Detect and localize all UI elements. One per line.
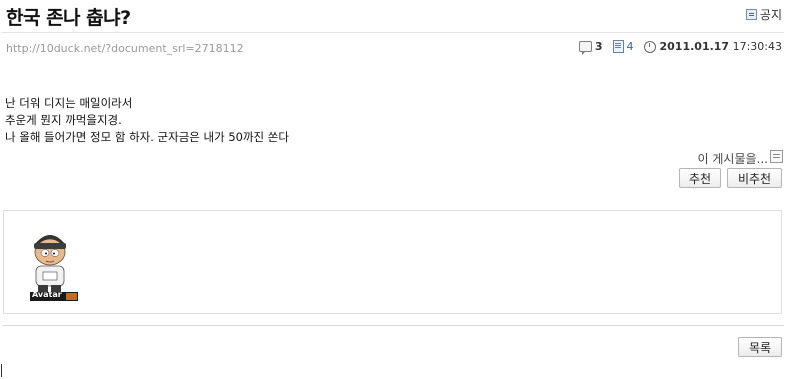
post-date: 2011.01.17 [659, 40, 730, 53]
signature-box [3, 210, 782, 314]
post-meta: 3 4 2011.01.17 17:30:43 [569, 40, 782, 55]
avatar-caption: Avatar [32, 290, 62, 299]
body-line: 추운게 뭔지 까먹을지경. [5, 113, 122, 127]
trackback-count-item[interactable]: 4 [612, 40, 634, 53]
post-title: 한국 존나 춥냐? [6, 7, 131, 29]
not-recommend-button[interactable]: 비추천 [727, 168, 782, 188]
recommend-button[interactable]: 추천 [679, 168, 721, 188]
post-datetime: 2011.01.17 17:30:43 [643, 40, 782, 53]
post-body: 난 더워 디지는 매일이라서 추운게 뭔지 까먹을지경. 나 올해 들어가면 정… [5, 95, 289, 146]
body-line: 난 더워 디지는 매일이라서 [5, 96, 133, 110]
post-time: 17:30:43 [732, 40, 782, 53]
comment-icon [578, 41, 592, 55]
footer-divider [2, 325, 784, 326]
trackback-menu-label[interactable]: 이 게시물을... [698, 150, 768, 167]
notice-icon [745, 9, 757, 20]
text-cursor [1, 364, 2, 377]
trackback-count: 4 [626, 40, 634, 53]
comment-count: 3 [594, 40, 603, 53]
notice-link[interactable]: 공지 [745, 6, 782, 23]
list-button[interactable]: 목록 [738, 337, 782, 357]
body-line: 나 올해 들어가면 정모 함 하자. 군자금은 내가 50까진 쏜다 [5, 130, 289, 144]
title-divider [2, 32, 784, 33]
post-url[interactable]: http://10duck.net/?document_srl=2718112 [6, 42, 244, 55]
clock-icon [643, 40, 656, 53]
document-icon [612, 40, 624, 53]
comment-count-item[interactable]: 3 [578, 40, 603, 55]
notice-label: 공지 [759, 8, 782, 22]
trackback-menu-icon[interactable] [770, 150, 783, 163]
